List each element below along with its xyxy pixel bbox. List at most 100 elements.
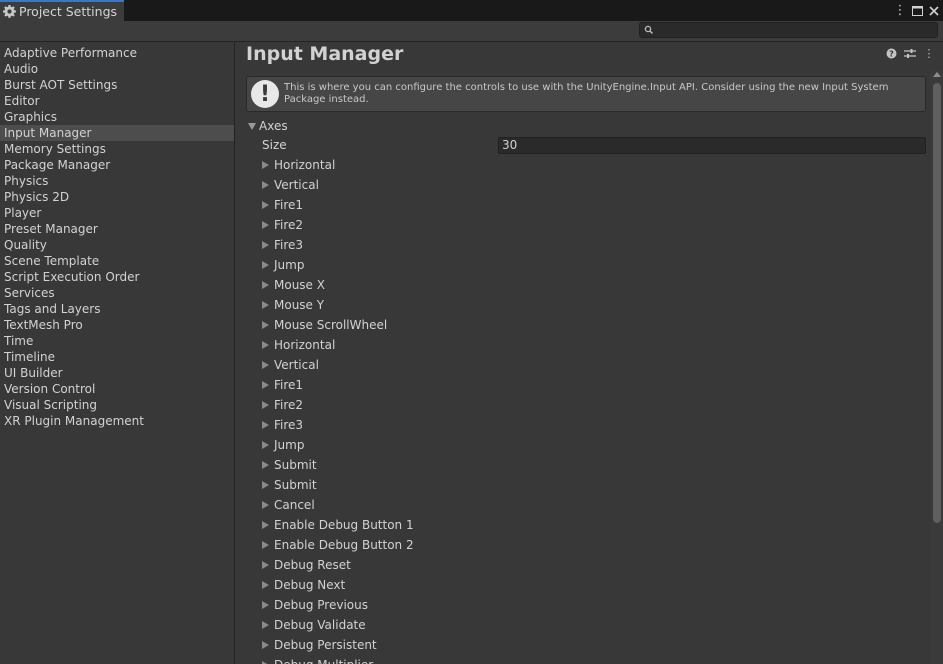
axis-label: Fire3 [274, 418, 304, 432]
axis-label: Submit [274, 478, 317, 492]
sidebar-item[interactable]: Package Manager [0, 157, 234, 173]
sidebar-item[interactable]: XR Plugin Management [0, 413, 234, 429]
toolbar [0, 21, 943, 42]
sidebar-item[interactable]: Time [0, 333, 234, 349]
foldout-collapsed-icon [262, 300, 269, 309]
foldout-collapsed-icon [262, 220, 269, 229]
foldout-collapsed-icon [262, 560, 269, 569]
axis-foldout[interactable]: Mouse ScrollWheel [262, 315, 922, 335]
axis-foldout[interactable]: Vertical [262, 355, 922, 375]
sidebar-item[interactable]: Player [0, 205, 234, 221]
axis-foldout[interactable]: Fire2 [262, 215, 922, 235]
axis-foldout[interactable]: Fire3 [262, 415, 922, 435]
sidebar-item[interactable]: Editor [0, 93, 234, 109]
sidebar-item[interactable]: Input Manager [0, 125, 234, 141]
menu-icon[interactable]: ⋮ [893, 3, 907, 19]
foldout-collapsed-icon [262, 440, 269, 449]
axis-foldout[interactable]: Jump [262, 255, 922, 275]
axis-foldout[interactable]: Fire2 [262, 395, 922, 415]
svg-text:?: ? [889, 49, 894, 58]
axis-foldout[interactable]: Horizontal [262, 155, 922, 175]
scrollbar[interactable] [930, 70, 943, 664]
sidebar-item[interactable]: TextMesh Pro [0, 317, 234, 333]
sidebar-item[interactable]: Services [0, 285, 234, 301]
sidebar-item[interactable]: Physics [0, 173, 234, 189]
sidebar-item[interactable]: Visual Scripting [0, 397, 234, 413]
foldout-collapsed-icon [262, 160, 269, 169]
preset-icon[interactable] [904, 47, 916, 59]
sidebar-item[interactable]: Burst AOT Settings [0, 77, 234, 93]
axis-foldout[interactable]: Debug Reset [262, 555, 922, 575]
sidebar-item[interactable]: Preset Manager [0, 221, 234, 237]
gear-icon [3, 5, 16, 18]
sidebar-item[interactable]: Version Control [0, 381, 234, 397]
axis-label: Debug Persistent [274, 638, 377, 652]
size-field[interactable]: 30 [498, 137, 926, 154]
sidebar-item[interactable]: Timeline [0, 349, 234, 365]
sidebar-item[interactable]: Quality [0, 237, 234, 253]
sidebar-item[interactable]: Memory Settings [0, 141, 234, 157]
axis-foldout[interactable]: Debug Persistent [262, 635, 922, 655]
sidebar-item[interactable]: Audio [0, 61, 234, 77]
axis-foldout[interactable]: Submit [262, 455, 922, 475]
axis-label: Vertical [274, 178, 319, 192]
axis-foldout[interactable]: Debug Validate [262, 615, 922, 635]
axis-label: Debug Previous [274, 598, 368, 612]
window-tab[interactable]: Project Settings [0, 0, 124, 21]
axis-foldout[interactable]: Mouse X [262, 275, 922, 295]
axes-foldout[interactable]: Axes [248, 116, 288, 136]
more-icon[interactable]: ⋮ [923, 47, 935, 60]
axis-label: Debug Validate [274, 618, 366, 632]
axis-foldout[interactable]: Fire3 [262, 235, 922, 255]
scroll-up-icon[interactable] [933, 72, 941, 77]
foldout-collapsed-icon [262, 480, 269, 489]
axis-foldout[interactable]: Debug Multiplier [262, 655, 922, 664]
foldout-collapsed-icon [262, 400, 269, 409]
axis-label: Debug Reset [274, 558, 351, 572]
axis-foldout[interactable]: Vertical [262, 175, 922, 195]
foldout-collapsed-icon [262, 640, 269, 649]
info-icon: ! [251, 80, 279, 108]
foldout-collapsed-icon [262, 200, 269, 209]
maximize-icon[interactable] [910, 3, 924, 19]
help-box: ! This is where you can configure the co… [246, 76, 926, 112]
search-input[interactable] [639, 22, 938, 38]
window-title: Project Settings [19, 4, 118, 19]
axis-label: Debug Next [274, 578, 346, 592]
axis-foldout[interactable]: Fire1 [262, 375, 922, 395]
axis-foldout[interactable]: Debug Previous [262, 595, 922, 615]
sidebar-item[interactable]: Script Execution Order [0, 269, 234, 285]
close-icon[interactable] [927, 3, 941, 19]
sidebar-item[interactable]: Tags and Layers [0, 301, 234, 317]
axis-foldout[interactable]: Enable Debug Button 2 [262, 535, 922, 555]
axes-list: Horizontal Vertical Fire1 Fire2 Fire3 Jump Mou… [262, 155, 922, 664]
foldout-collapsed-icon [262, 460, 269, 469]
sidebar-item[interactable]: Scene Template [0, 253, 234, 269]
axis-label: Jump [274, 258, 305, 272]
axis-foldout[interactable]: Fire1 [262, 195, 922, 215]
sidebar-item[interactable]: Physics 2D [0, 189, 234, 205]
sidebar-item[interactable]: UI Builder [0, 365, 234, 381]
scroll-thumb[interactable] [933, 83, 941, 523]
foldout-collapsed-icon [262, 240, 269, 249]
foldout-collapsed-icon [262, 320, 269, 329]
foldout-collapsed-icon [262, 540, 269, 549]
axis-foldout[interactable]: Debug Next [262, 575, 922, 595]
axis-label: Fire1 [274, 198, 304, 212]
axis-label: Mouse ScrollWheel [274, 318, 388, 332]
sidebar-item[interactable]: Graphics [0, 109, 234, 125]
axis-foldout[interactable]: Submit [262, 475, 922, 495]
axis-foldout[interactable]: Mouse Y [262, 295, 922, 315]
search-icon [644, 24, 654, 36]
axis-foldout[interactable]: Horizontal [262, 335, 922, 355]
foldout-collapsed-icon [262, 280, 269, 289]
axis-foldout[interactable]: Cancel [262, 495, 922, 515]
foldout-collapsed-icon [262, 340, 269, 349]
sidebar-item[interactable]: Adaptive Performance [0, 45, 234, 61]
help-icon[interactable]: ? [885, 47, 897, 59]
axis-label: Mouse X [274, 278, 325, 292]
foldout-collapsed-icon [262, 600, 269, 609]
axis-foldout[interactable]: Jump [262, 435, 922, 455]
foldout-collapsed-icon [262, 620, 269, 629]
axis-foldout[interactable]: Enable Debug Button 1 [262, 515, 922, 535]
